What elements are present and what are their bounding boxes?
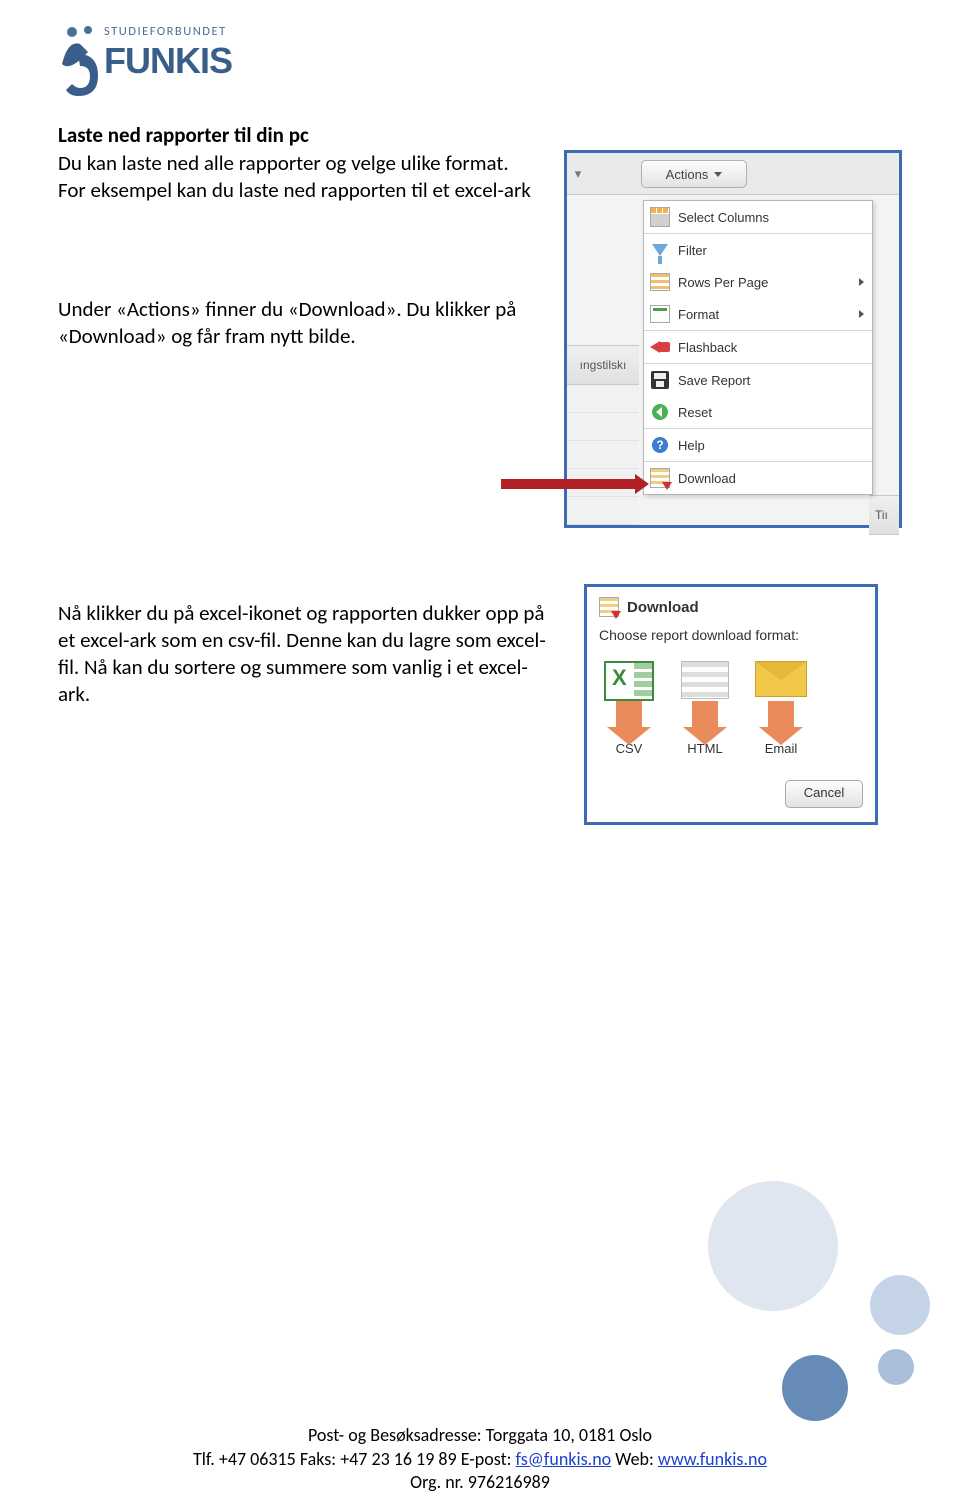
download-format-csv[interactable]: CSV xyxy=(599,661,659,756)
download-arrow-icon xyxy=(768,701,794,727)
intro-paragraph-2: Under «Actions» finner du «Download». Du… xyxy=(58,296,538,350)
menu-label: Format xyxy=(678,307,851,322)
footer-contact-line: Tlf. +47 06315 Faks: +47 23 16 19 89 E-p… xyxy=(0,1448,960,1472)
page-heading: Laste ned rapporter til din pc xyxy=(58,122,902,148)
chevron-right-icon xyxy=(859,310,864,318)
download-format-html[interactable]: HTML xyxy=(675,661,735,756)
column-header-left: ıngstilskı xyxy=(567,345,639,385)
rows-icon xyxy=(650,273,670,291)
logo-name: FUNKIS xyxy=(104,40,232,82)
download-dialog-title: Download xyxy=(627,599,699,616)
chevron-down-icon xyxy=(714,172,722,177)
menu-item-format[interactable]: Format xyxy=(644,298,872,330)
page-footer: Post- og Besøksadresse: Torggata 10, 018… xyxy=(0,1424,960,1495)
logo-tagline: STUDIEFORBUNDET xyxy=(104,24,227,39)
download-format-email[interactable]: Email xyxy=(751,661,811,756)
footer-web-link[interactable]: www.funkis.no xyxy=(658,1448,767,1470)
filter-icon xyxy=(652,244,668,256)
actions-dropdown-menu: Select Columns Filter Rows Per Page Form… xyxy=(643,200,873,495)
menu-item-download[interactable]: Download xyxy=(644,461,872,494)
menu-item-rows-per-page[interactable]: Rows Per Page xyxy=(644,266,872,298)
menu-item-save-report[interactable]: Save Report xyxy=(644,363,872,396)
callout-arrow-icon xyxy=(501,479,637,489)
excel-icon xyxy=(604,661,654,701)
menu-item-select-columns[interactable]: Select Columns xyxy=(644,201,872,233)
chevron-right-icon xyxy=(859,278,864,286)
download-arrow-icon xyxy=(692,701,718,727)
actions-dropdown-screenshot: ▾ Actions ıngstilskı xyxy=(564,150,902,528)
footer-email-link[interactable]: fs@funkis.no xyxy=(516,1448,612,1470)
cancel-button[interactable]: Cancel xyxy=(785,780,863,808)
intro-paragraph-1: Du kan laste ned alle rapporter og velge… xyxy=(58,150,538,204)
download-dialog-title-row: Download xyxy=(599,597,863,617)
menu-item-help[interactable]: ? Help xyxy=(644,428,872,461)
download-icon xyxy=(599,597,619,617)
menu-label: Select Columns xyxy=(678,210,864,225)
flashback-icon xyxy=(650,340,670,354)
decorative-circles xyxy=(690,1181,930,1421)
download-icon xyxy=(650,468,670,488)
logo: STUDIEFORBUNDET FUNKIS xyxy=(58,18,280,98)
footer-orgnr: Org. nr. 976216989 xyxy=(0,1471,960,1495)
menu-item-flashback[interactable]: Flashback xyxy=(644,330,872,363)
help-icon: ? xyxy=(652,437,668,453)
menu-label: Download xyxy=(678,471,864,486)
email-icon xyxy=(755,661,807,697)
download-arrow-icon xyxy=(616,701,642,727)
columns-icon xyxy=(650,207,670,227)
reset-icon xyxy=(652,404,668,420)
actions-button[interactable]: Actions xyxy=(641,160,747,188)
menu-label: Help xyxy=(678,438,864,453)
download-dialog-screenshot: Download Choose report download format: … xyxy=(584,584,878,825)
dropdown-arrow-icon: ▾ xyxy=(567,166,589,182)
menu-label: Rows Per Page xyxy=(678,275,851,290)
intro-paragraph-3: Nå klikker du på excel-ikonet og rapport… xyxy=(58,600,558,708)
html-icon xyxy=(681,661,729,699)
menu-label: Flashback xyxy=(678,340,864,355)
download-dialog-subtitle: Choose report download format: xyxy=(599,627,863,643)
menu-label: Save Report xyxy=(678,373,864,388)
save-icon xyxy=(651,371,669,389)
footer-address: Post- og Besøksadresse: Torggata 10, 018… xyxy=(0,1424,960,1448)
actions-button-label: Actions xyxy=(666,167,709,182)
column-header-right: Tiı xyxy=(869,495,899,535)
menu-label: Reset xyxy=(678,405,864,420)
format-icon xyxy=(650,305,670,323)
menu-item-filter[interactable]: Filter xyxy=(644,233,872,266)
logo-figure-icon xyxy=(58,24,100,98)
menu-item-reset[interactable]: Reset xyxy=(644,396,872,428)
menu-label: Filter xyxy=(678,243,864,258)
